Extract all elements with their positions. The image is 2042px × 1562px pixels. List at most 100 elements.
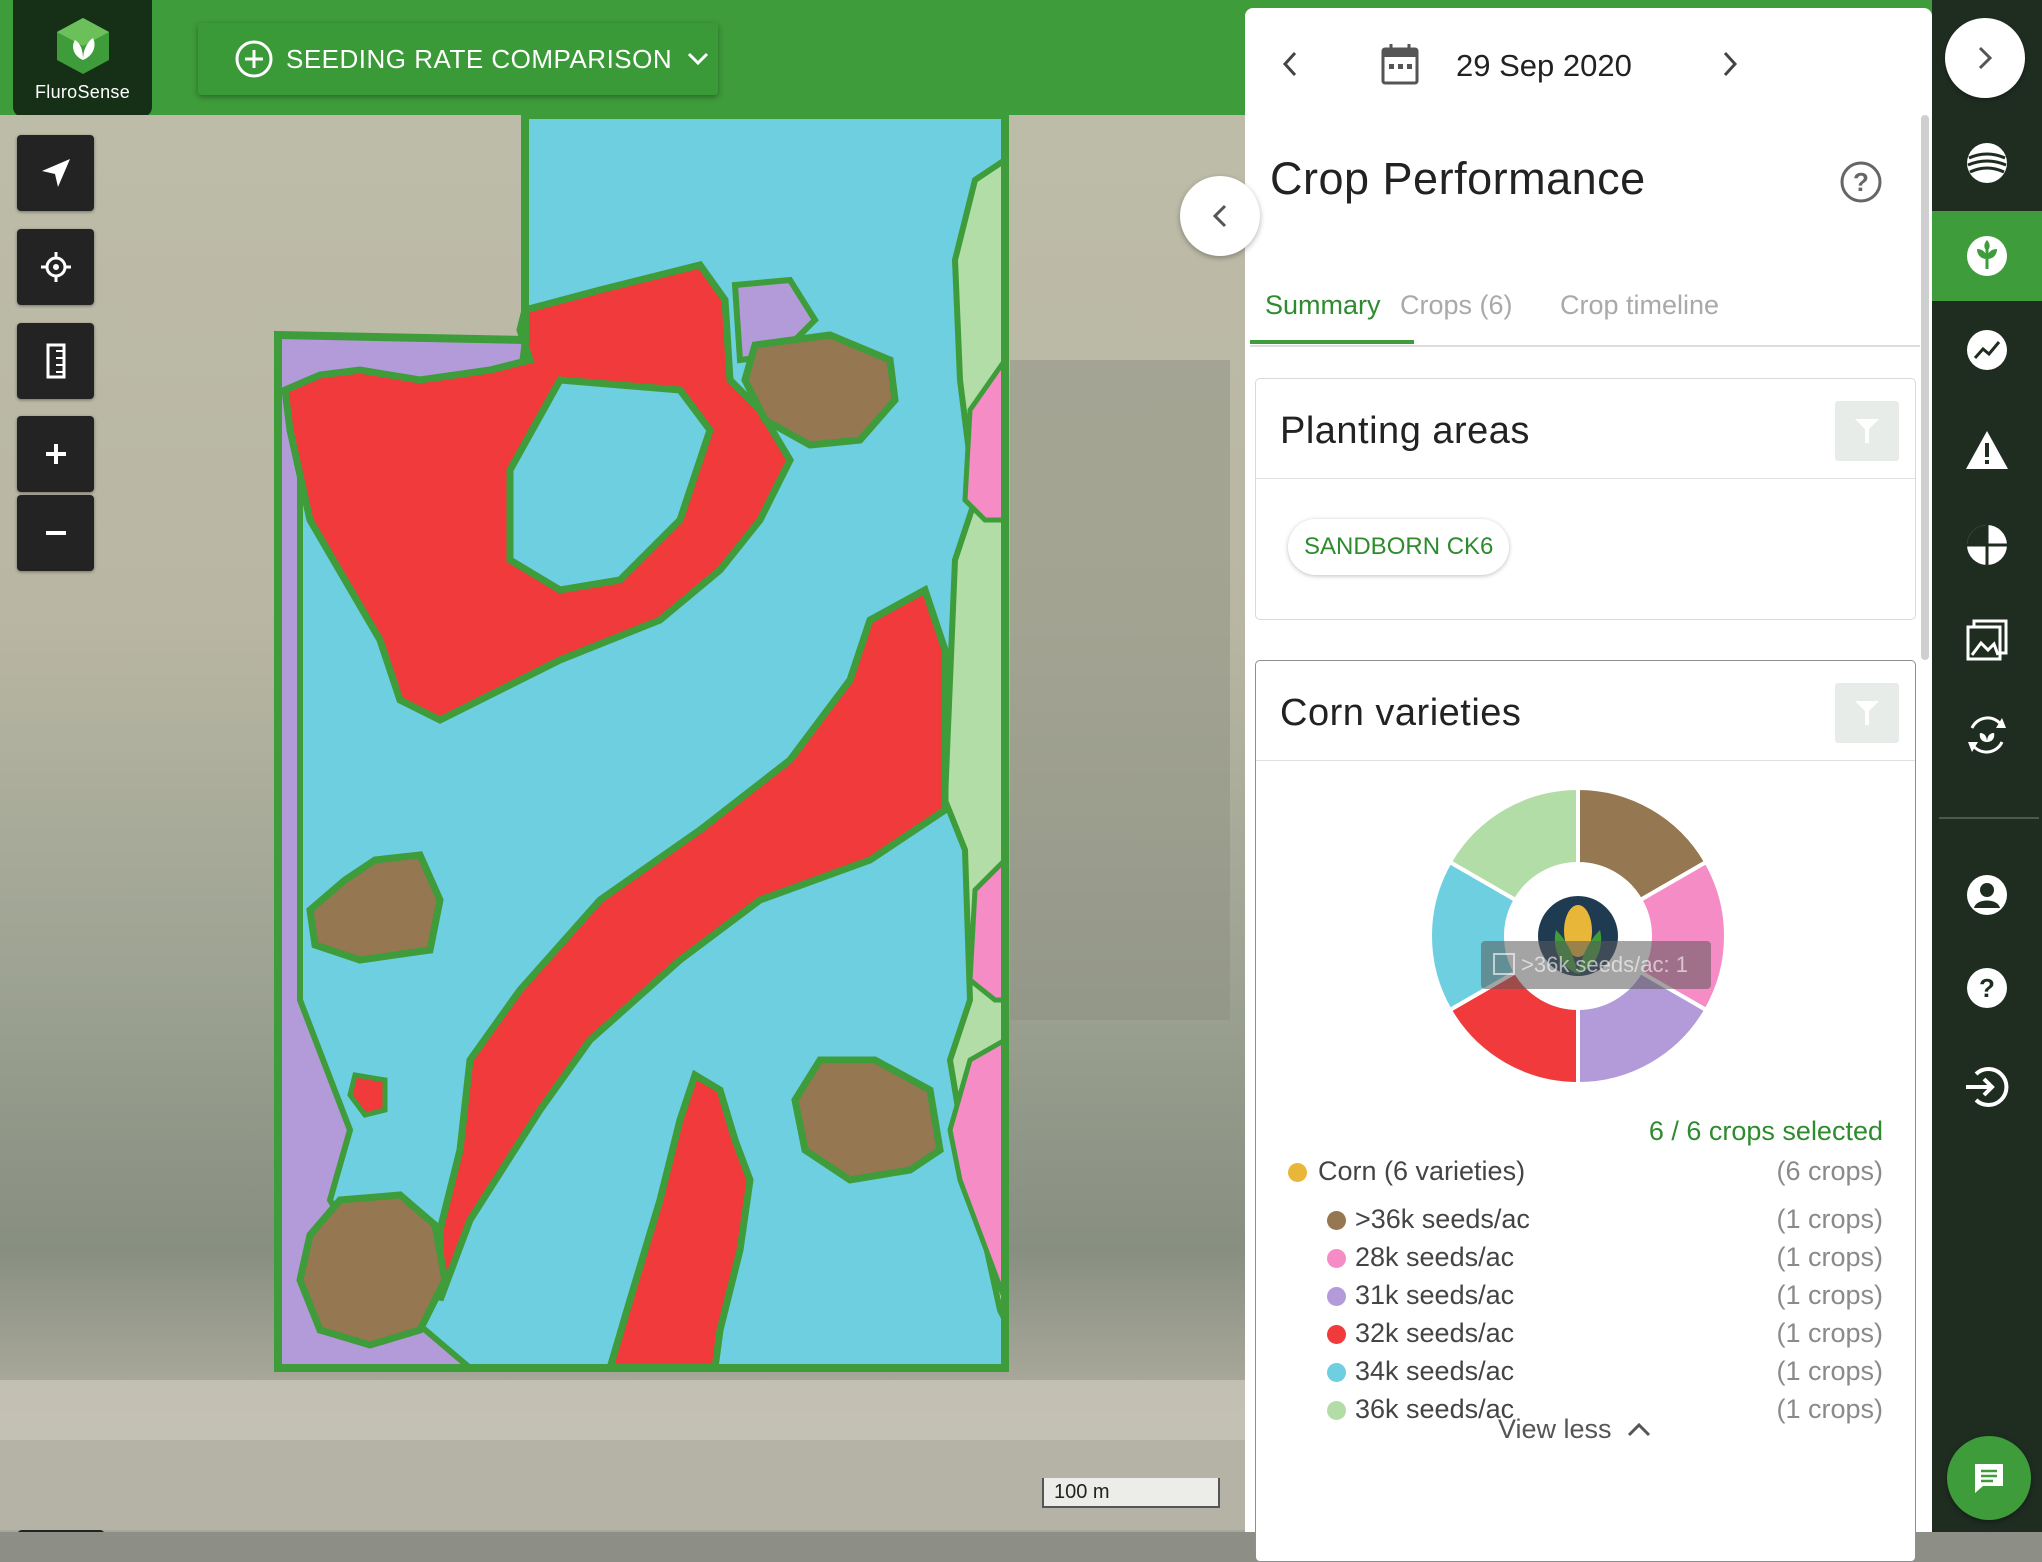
variety-color-dot xyxy=(1327,1249,1346,1268)
map-scale: 100 m xyxy=(1042,1478,1220,1508)
rail-help[interactable]: ? xyxy=(1932,943,2042,1033)
planting-areas-title: Planting areas xyxy=(1280,410,1530,452)
tab-crop-timeline[interactable]: Crop timeline xyxy=(1560,290,1719,321)
variety-count: (1 crops) xyxy=(1776,1356,1883,1386)
previous-date-button[interactable] xyxy=(1280,48,1300,85)
trend-icon xyxy=(1967,330,2007,370)
chevron-right-icon xyxy=(1978,46,1993,70)
zoom-in-button[interactable] xyxy=(17,416,94,492)
chevron-down-icon xyxy=(688,52,709,66)
variety-count: (1 crops) xyxy=(1776,1318,1883,1348)
tab-crops[interactable]: Crops (6) xyxy=(1400,290,1513,321)
planting-areas-filter-button[interactable] xyxy=(1835,401,1899,461)
gallery-icon xyxy=(1966,619,2008,661)
collapse-panel-button[interactable] xyxy=(1180,176,1260,256)
rail-crop[interactable] xyxy=(1932,211,2042,301)
current-date[interactable]: 29 Sep 2020 xyxy=(1456,48,1632,84)
variety-label: 34k seeds/ac xyxy=(1355,1356,1515,1386)
filter-icon xyxy=(1855,701,1879,725)
locate-button[interactable] xyxy=(17,229,94,305)
ruler-icon xyxy=(46,343,65,379)
rail-expand-button[interactable] xyxy=(1945,18,2025,98)
logo[interactable]: FluroSense xyxy=(13,0,152,117)
chevron-left-icon xyxy=(1282,51,1297,77)
measure-button[interactable] xyxy=(17,323,94,399)
variety-group-row[interactable]: Corn (6 varieties) (6 crops) xyxy=(1288,1154,1883,1190)
zoom-out-button[interactable] xyxy=(17,495,94,571)
rail-alerts[interactable] xyxy=(1932,405,2042,495)
variety-count: (1 crops) xyxy=(1776,1242,1883,1272)
map-view[interactable]: 100 m xyxy=(0,115,1245,1532)
variety-count: (1 crops) xyxy=(1776,1394,1883,1424)
mode-dropdown-button[interactable]: SEEDING RATE COMPARISON xyxy=(198,23,718,95)
rail-layers[interactable] xyxy=(1932,118,2042,208)
group-color-dot xyxy=(1288,1163,1307,1182)
chevron-up-icon xyxy=(1627,1422,1650,1436)
filter-icon xyxy=(1855,419,1879,443)
alert-icon xyxy=(1966,431,2008,469)
panel-scrollbar[interactable] xyxy=(1921,115,1929,660)
planting-area-chip[interactable]: SANDBORN CK6 xyxy=(1288,519,1510,575)
right-nav-rail: ? xyxy=(1932,0,2042,1532)
rail-divider xyxy=(1939,817,2039,819)
variety-label: >36k seeds/ac xyxy=(1355,1204,1530,1234)
rail-account[interactable] xyxy=(1932,850,2042,940)
corn-varieties-title: Corn varieties xyxy=(1280,692,1522,734)
brand-name: FluroSense xyxy=(34,82,131,102)
variety-label: 36k seeds/ac xyxy=(1355,1394,1515,1424)
svg-text:?: ? xyxy=(1853,167,1869,197)
logout-icon xyxy=(1966,1067,2009,1107)
minus-icon xyxy=(45,531,66,535)
card-header: Planting areas xyxy=(1256,379,1915,479)
rail-trend[interactable] xyxy=(1932,305,2042,395)
help-circle-icon[interactable]: ? xyxy=(1839,160,1883,209)
crop-performance-panel: 29 Sep 2020 Crop Performance ? Summary C… xyxy=(1180,8,1932,1562)
add-circle-icon xyxy=(235,40,273,78)
tooltip-text: >36k seeds/ac: 1 xyxy=(1521,952,1688,977)
corn-varieties-filter-button[interactable] xyxy=(1835,683,1899,743)
zones-icon xyxy=(1967,525,2007,565)
variety-count: (1 crops) xyxy=(1776,1280,1883,1310)
variety-row[interactable]: >36k seeds/ac (1 crops) xyxy=(1327,1202,1883,1238)
variety-row[interactable]: 31k seeds/ac (1 crops) xyxy=(1327,1278,1883,1314)
tab-summary[interactable]: Summary xyxy=(1265,290,1381,321)
view-less-button[interactable]: View less xyxy=(1498,1414,1654,1445)
account-icon xyxy=(1967,875,2007,915)
rail-logout[interactable] xyxy=(1932,1042,2042,1132)
crop-icon xyxy=(1967,236,2007,276)
chevron-right-icon xyxy=(1723,51,1738,77)
rail-zones[interactable] xyxy=(1932,500,2042,590)
view-less-label: View less xyxy=(1498,1414,1612,1444)
chat-button[interactable] xyxy=(1947,1436,2031,1520)
seeding-zones-field[interactable] xyxy=(0,115,1245,1532)
corn-varieties-card: Corn varieties >36k seeds/ac: 1 6 / 6 cr… xyxy=(1255,660,1916,1562)
crops-selected-text: 6 / 6 crops selected xyxy=(1648,1116,1883,1146)
next-date-button[interactable] xyxy=(1720,48,1740,85)
chevron-left-icon xyxy=(1212,204,1227,228)
variety-color-dot xyxy=(1327,1287,1346,1306)
help-icon: ? xyxy=(1967,968,2007,1008)
navigation-arrow-icon xyxy=(41,159,70,187)
group-count: (6 crops) xyxy=(1776,1156,1883,1186)
group-label: Corn (6 varieties) xyxy=(1318,1156,1526,1186)
varieties-donut-chart[interactable] xyxy=(1428,786,1728,1086)
variety-color-dot xyxy=(1327,1363,1346,1382)
cycle-icon xyxy=(1968,716,2006,754)
chat-icon xyxy=(1975,1464,2003,1493)
rail-gallery[interactable] xyxy=(1932,595,2042,685)
layers-icon xyxy=(1967,143,2007,183)
variety-row[interactable]: 34k seeds/ac (1 crops) xyxy=(1327,1354,1883,1390)
panel-title: Crop Performance xyxy=(1270,153,1646,204)
variety-color-dot xyxy=(1327,1401,1346,1420)
variety-label: 32k seeds/ac xyxy=(1355,1318,1515,1348)
rail-cycle[interactable] xyxy=(1932,690,2042,780)
navigate-button[interactable] xyxy=(17,135,94,211)
calendar-icon[interactable] xyxy=(1380,42,1420,91)
date-bar: 29 Sep 2020 xyxy=(1245,8,1932,123)
mode-label: SEEDING RATE COMPARISON xyxy=(286,43,673,74)
plus-icon xyxy=(45,444,66,464)
variety-row[interactable]: 28k seeds/ac (1 crops) xyxy=(1327,1240,1883,1276)
variety-label: 31k seeds/ac xyxy=(1355,1280,1515,1310)
tooltip-swatch xyxy=(1493,953,1515,975)
variety-row[interactable]: 32k seeds/ac (1 crops) xyxy=(1327,1316,1883,1352)
